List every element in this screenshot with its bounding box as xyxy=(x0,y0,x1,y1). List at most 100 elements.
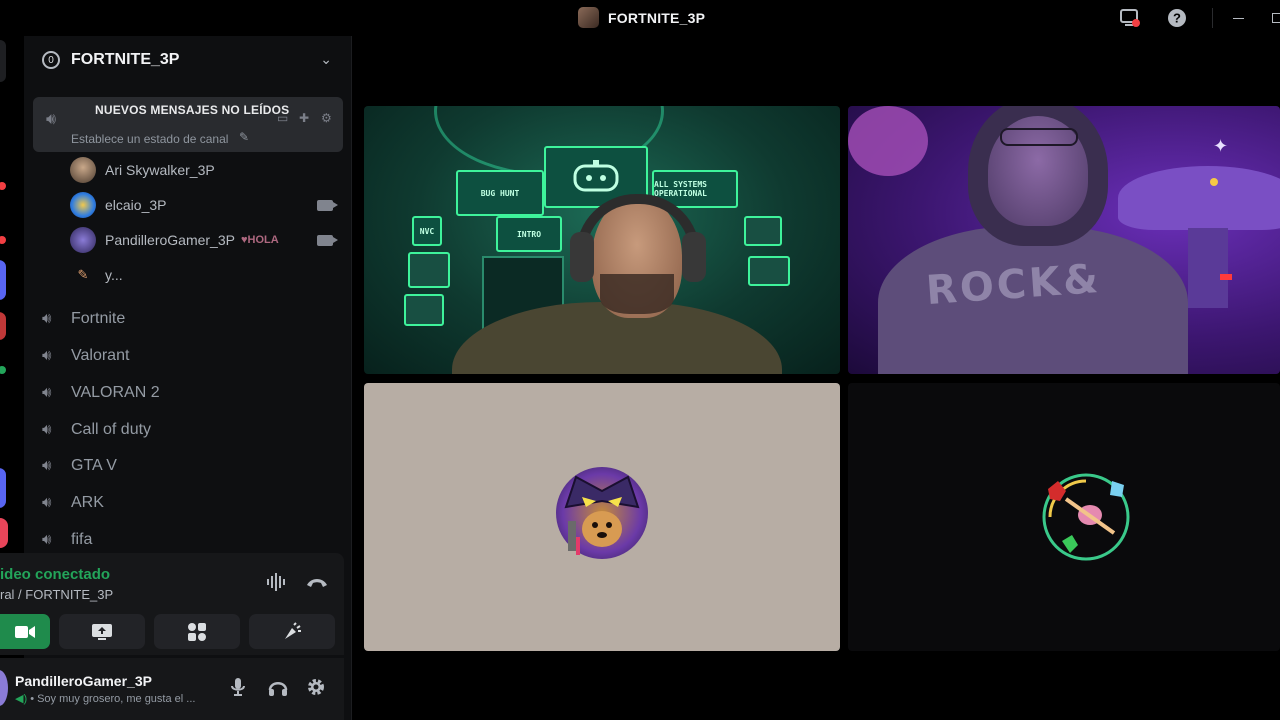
channel-name: VALORAN 2 xyxy=(71,383,160,401)
minimize-icon[interactable] xyxy=(1227,7,1249,29)
light-decoration xyxy=(1220,274,1232,280)
glasses-decoration xyxy=(1000,128,1078,146)
voice-channel-path[interactable]: ral / FORTNITE_3P xyxy=(0,587,113,602)
voice-user[interactable]: ✎ y... xyxy=(70,260,123,290)
speaker-icon: 🔊︎ xyxy=(42,384,52,401)
speaker-icon: 🔊︎ xyxy=(42,494,52,511)
server-icon[interactable] xyxy=(0,260,6,300)
side-screen xyxy=(404,294,444,326)
voice-user[interactable]: Ari Skywalker_3P xyxy=(70,155,215,185)
voice-user-name: Ari Skywalker_3P xyxy=(105,162,215,178)
voice-channel-valorant[interactable]: 🔊︎ Valorant xyxy=(34,339,344,372)
gear-icon[interactable] xyxy=(306,677,326,702)
server-icon[interactable] xyxy=(0,468,6,508)
channel-status-prompt[interactable]: Establece un estado de canal xyxy=(71,132,228,146)
channel-name: Valorant xyxy=(71,346,130,364)
voice-user[interactable]: PandilleroGamer_3P ♥HOLA xyxy=(70,225,279,255)
server-boost-icon: 0 xyxy=(42,51,60,69)
speaker-icon: 🔊︎ xyxy=(42,457,52,474)
voice-user-name: y... xyxy=(105,267,123,283)
speaker-icon: 🔊︎ xyxy=(42,310,52,327)
voice-channel-ark[interactable]: 🔊︎ ARK xyxy=(34,486,344,519)
camera-icon xyxy=(15,625,35,638)
voice-connection-panel: ideo conectado ral / FORTNITE_3P xyxy=(0,553,344,655)
avatar xyxy=(70,157,96,183)
speaker-icon: 🔊︎ xyxy=(42,531,52,548)
headphones-icon[interactable] xyxy=(268,677,288,702)
headset-earcup xyxy=(682,232,706,282)
mushroom-stem-decoration xyxy=(1188,228,1228,308)
speaker-icon: 🔊︎ xyxy=(42,347,52,364)
window-title-group: FORTNITE_3P xyxy=(578,7,705,28)
side-screen xyxy=(744,216,782,246)
speaking-icon: ◀) xyxy=(15,693,28,705)
voice-connected-status[interactable]: ideo conectado xyxy=(0,566,110,583)
invite-icon[interactable]: ▭ xyxy=(277,111,288,125)
intro-screen: INTRO xyxy=(496,216,562,252)
voice-channel-gta-v[interactable]: 🔊︎ GTA V xyxy=(34,449,344,482)
svg-text:?: ? xyxy=(1173,11,1181,26)
chevron-down-icon[interactable]: ⌄ xyxy=(320,51,332,68)
voice-user-name: PandilleroGamer_3P xyxy=(105,232,235,248)
help-icon[interactable]: ? xyxy=(1166,7,1188,29)
window-title: FORTNITE_3P xyxy=(608,9,706,26)
microphone-icon[interactable] xyxy=(230,677,246,702)
share-screen-button[interactable] xyxy=(59,614,145,649)
video-tile-elcaio[interactable]: ✦ ROCK& xyxy=(848,106,1280,374)
activities-icon xyxy=(188,622,206,641)
avatar xyxy=(70,192,96,218)
server-header[interactable]: 0 FORTNITE_3P ⌄ xyxy=(24,36,352,84)
voice-channel-valoran-2[interactable]: 🔊︎ VALORAN 2 xyxy=(34,376,344,409)
light-decoration xyxy=(1210,178,1218,186)
camera-toggle-button[interactable] xyxy=(0,614,50,649)
bug-hunt-screen: BUG HUNT xyxy=(456,170,544,216)
channel-name: ARK xyxy=(71,493,104,511)
beard-decoration xyxy=(600,274,674,314)
mention-badge-icon xyxy=(0,182,6,190)
server-icon[interactable] xyxy=(0,518,8,548)
video-tile-pandillerogamer[interactable] xyxy=(364,383,840,651)
soundboard-button[interactable] xyxy=(249,614,335,649)
video-tile-ari-skywalker[interactable]: BUG HUNT ALL SYSTEMS OPERATIONAL NVC INT… xyxy=(364,106,840,374)
video-tile-user4[interactable] xyxy=(848,383,1280,651)
avatar[interactable] xyxy=(0,670,8,706)
voice-user-name: elcaio_3P xyxy=(105,197,167,213)
voice-channel-fortnite[interactable]: 🔊︎ Fortnite xyxy=(34,302,344,335)
server-icon[interactable] xyxy=(0,312,6,340)
speaker-icon: 🔊︎ xyxy=(46,111,57,128)
voice-user[interactable]: elcaio_3P xyxy=(70,190,334,220)
screen-share-icon[interactable] xyxy=(1119,7,1141,29)
new-messages-banner[interactable]: 🔊︎ NUEVOS MENSAJES NO LEÍDOS Establece u… xyxy=(33,97,343,152)
channel-name: Call of duty xyxy=(71,420,152,438)
server-name: FORTNITE_3P xyxy=(71,51,180,68)
custom-status[interactable]: ◀) • Soy muy grosero, me gusta el ... xyxy=(15,692,195,705)
pencil-icon[interactable]: ✎ xyxy=(239,130,249,144)
mushroom-decoration xyxy=(848,106,928,176)
channel-name: GTA V xyxy=(71,456,117,474)
settings-icon[interactable]: ⚙ xyxy=(321,111,332,125)
disconnect-icon[interactable] xyxy=(306,575,328,593)
nvc-screen: NVC xyxy=(412,216,442,246)
titlebar-divider xyxy=(1212,8,1213,28)
mention-badge-icon xyxy=(0,236,6,244)
title-bar: FORTNITE_3P ? xyxy=(0,0,1280,36)
noise-suppression-icon[interactable] xyxy=(266,573,288,596)
activities-button[interactable] xyxy=(154,614,240,649)
maximize-icon[interactable] xyxy=(1266,7,1280,29)
side-screen xyxy=(748,256,790,286)
user-panel: PandilleroGamer_3P ◀) • Soy muy grosero,… xyxy=(0,658,344,720)
voice-channel-call-of-duty[interactable]: 🔊︎ Call of duty xyxy=(34,413,344,446)
new-messages-label: NUEVOS MENSAJES NO LEÍDOS xyxy=(95,103,290,117)
screen-label: HUNT xyxy=(500,188,520,198)
voice-channel-fifa[interactable]: 🔊︎ fifa xyxy=(34,523,344,556)
server-icon[interactable] xyxy=(0,40,6,82)
speaker-icon: 🔊︎ xyxy=(42,421,52,438)
side-screen xyxy=(408,252,450,288)
server-avatar-icon xyxy=(578,7,599,28)
mushroom-cap-decoration xyxy=(1118,166,1280,230)
user-avatar xyxy=(1040,471,1132,563)
current-username[interactable]: PandilleroGamer_3P xyxy=(15,673,152,689)
avatar xyxy=(70,227,96,253)
soundboard-icon xyxy=(285,621,301,639)
add-member-icon[interactable]: ✚ xyxy=(299,111,309,125)
